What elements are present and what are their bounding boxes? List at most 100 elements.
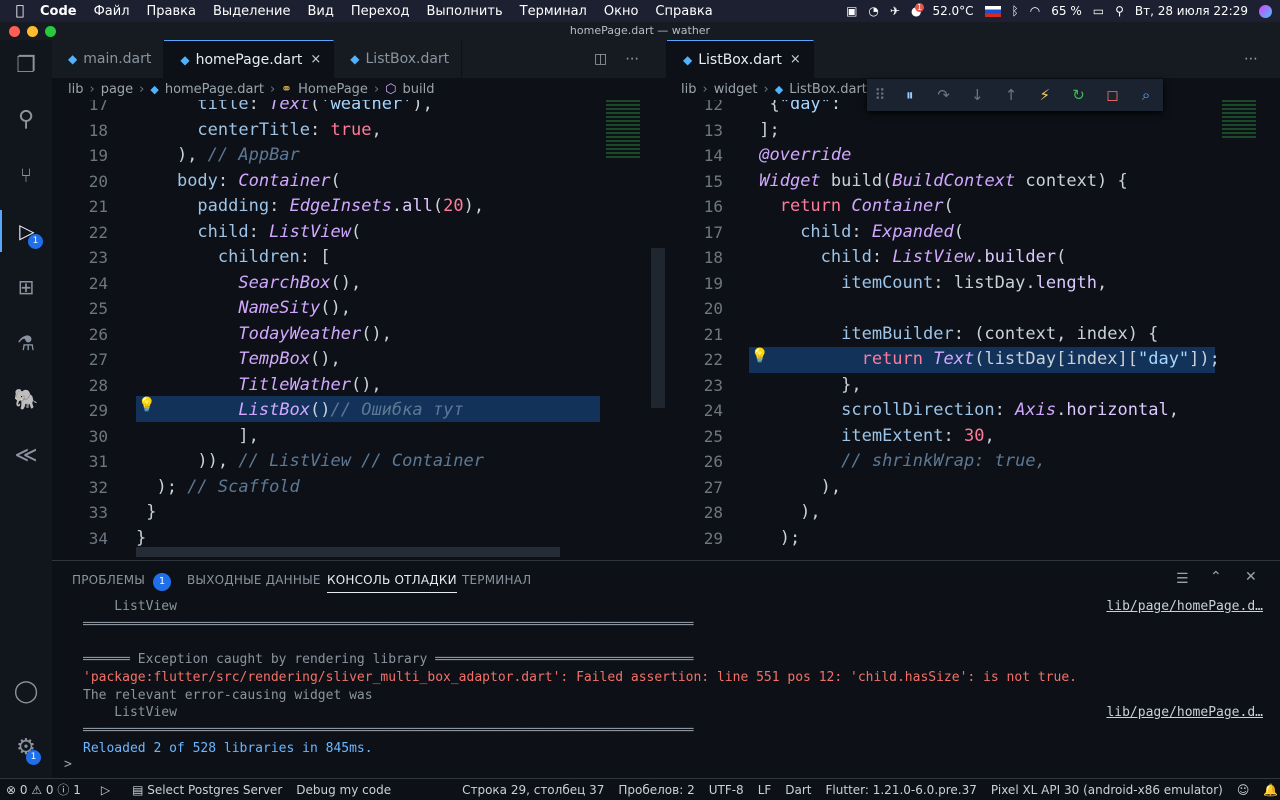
left-scrollbar[interactable] (651, 248, 665, 408)
code-line[interactable]: 16 return Container( (667, 194, 1280, 220)
menu-view[interactable]: Вид (307, 4, 333, 19)
right-code-editor[interactable]: 💡 12 {"day": 13 ]; 14 @override 15 Widget b… (667, 100, 1280, 560)
flutter-version[interactable]: Flutter: 1.21.0-6.0.pre.37 (826, 783, 977, 797)
source-control-icon[interactable]: ⑂ (0, 154, 52, 196)
postgres-elephant-icon[interactable]: 🐘 (0, 378, 52, 420)
explorer-icon[interactable]: ❐ (0, 44, 52, 86)
code-line[interactable]: 24 scrollDirection: Axis.horizontal, (667, 398, 1280, 424)
code-line[interactable]: 28 ), (667, 500, 1280, 526)
spotlight-search-icon[interactable]: ⚲ (1115, 4, 1124, 18)
hot-reload-icon[interactable]: ⚡ (1028, 86, 1062, 104)
language-mode[interactable]: Dart (785, 783, 811, 797)
code-line[interactable]: 23 }, (667, 373, 1280, 399)
tab-listbox-dart-right[interactable]: ◆ ListBox.dart × (667, 40, 814, 78)
code-line[interactable]: 23 children: [ (52, 245, 666, 271)
split-editor-icon[interactable]: ◫ (594, 51, 607, 67)
menu-selection[interactable]: Выделение (213, 4, 290, 19)
run-debug-icon[interactable]: ▷ 1 (0, 210, 52, 252)
maximize-panel-icon[interactable]: ⌃ (1210, 569, 1222, 585)
more-actions-icon[interactable]: ⋯ (625, 51, 639, 67)
code-line[interactable]: 26 TodayWeather(), (52, 322, 666, 348)
code-line[interactable]: 24 SearchBox(), (52, 271, 666, 297)
step-out-icon[interactable]: ↑ (994, 86, 1028, 104)
code-line[interactable]: 18 centerTitle: true, (52, 118, 666, 144)
tab-listbox-dart[interactable]: ◆ ListBox.dart (334, 40, 463, 78)
inspect-widget-icon[interactable]: ⌕ (1129, 86, 1163, 104)
window-minimize-button[interactable] (27, 26, 38, 37)
menu-run[interactable]: Выполнить (426, 4, 502, 19)
breadcrumb-item[interactable]: widget (714, 82, 758, 97)
window-close-button[interactable] (9, 26, 20, 37)
left-hscrollbar[interactable] (136, 547, 560, 557)
problems-status[interactable]: ⊗ 0 ⚠ 0 ⓘ 1 (6, 781, 81, 798)
tab-terminal[interactable]: ТЕРМИНАЛ (462, 573, 531, 587)
code-line[interactable]: 28 TitleWather(), (52, 373, 666, 399)
menu-file[interactable]: Файл (94, 4, 130, 19)
stop-icon[interactable]: ◻ (1095, 86, 1129, 104)
screen-record-icon[interactable]: ▣ (846, 4, 857, 18)
code-line[interactable]: 19 itemCount: listDay.length, (667, 271, 1280, 297)
indentation[interactable]: Пробелов: 2 (618, 783, 694, 797)
code-line[interactable]: 29 ); (667, 526, 1280, 552)
feedback-icon[interactable]: ☺ (1237, 783, 1250, 797)
code-line[interactable]: 27 TempBox(), (52, 347, 666, 373)
menu-help[interactable]: Справка (655, 4, 712, 19)
battery-percent[interactable]: 65 % (1051, 4, 1082, 18)
menu-app-name[interactable]: Code (40, 4, 77, 19)
left-minimap[interactable] (602, 100, 652, 560)
close-icon[interactable]: × (310, 52, 321, 67)
apple-icon[interactable]:  (0, 3, 40, 19)
flutter-icon[interactable]: ≪ (0, 434, 52, 476)
code-line[interactable]: 29 ListBox()// Ошибка тут (52, 398, 666, 424)
step-into-icon[interactable]: ↓ (960, 86, 994, 104)
code-line[interactable]: 25 NameSity(), (52, 296, 666, 322)
temperature-readout[interactable]: 52.0°C (932, 4, 973, 18)
code-line[interactable]: 21 padding: EdgeInsets.all(20), (52, 194, 666, 220)
console-prompt[interactable]: > (64, 757, 72, 772)
window-zoom-button[interactable] (45, 26, 56, 37)
clock[interactable]: Вт, 28 июля 22:29 (1135, 4, 1248, 18)
search-icon[interactable]: ⚲ (0, 98, 52, 140)
code-line[interactable]: 21 itemBuilder: (context, index) { (667, 322, 1280, 348)
run-icon[interactable]: ▷ (101, 783, 110, 797)
menu-terminal[interactable]: Терминал (520, 4, 587, 19)
step-over-icon[interactable]: ↷ (927, 86, 961, 104)
tab-output[interactable]: ВЫХОДНЫЕ ДАННЫЕ (187, 573, 321, 587)
code-line[interactable]: 27 ), (667, 475, 1280, 501)
console-source-link[interactable]: lib/page/homePage.d… (1106, 705, 1263, 720)
cursor-position[interactable]: Строка 29, столбец 37 (462, 783, 604, 797)
account-icon[interactable]: ◯ (0, 670, 52, 712)
code-line[interactable]: 25 itemExtent: 30, (667, 424, 1280, 450)
notification-icon[interactable]: ●1 (911, 3, 925, 18)
console-source-link[interactable]: lib/page/homePage.d… (1106, 599, 1263, 614)
tab-problems[interactable]: ПРОБЛЕМЫ 1 (72, 573, 172, 591)
menu-go[interactable]: Переход (351, 4, 410, 19)
code-line[interactable]: 30 ], (52, 424, 666, 450)
breadcrumb-item[interactable]: build (403, 82, 435, 97)
breadcrumb-item[interactable]: HomePage (298, 82, 368, 97)
extensions-icon[interactable]: ⊞ (0, 266, 52, 308)
code-line[interactable]: 26 // shrinkWrap: true, (667, 449, 1280, 475)
breadcrumb-item[interactable]: lib (68, 82, 83, 97)
code-line[interactable]: 33 } (52, 500, 666, 526)
close-panel-icon[interactable]: ✕ (1245, 569, 1257, 585)
debug-config[interactable]: Debug my code (296, 783, 391, 797)
code-line[interactable]: 22 return Text(listDay[index]["day"]); (667, 347, 1280, 373)
breadcrumb-item[interactable]: lib (681, 82, 696, 97)
code-line[interactable]: 20 (667, 296, 1280, 322)
right-minimap[interactable] (1218, 100, 1268, 560)
breadcrumb-item[interactable]: ListBox.dart (789, 82, 867, 97)
code-line[interactable]: 13 ]; (667, 118, 1280, 144)
postgres-server-selector[interactable]: ▤ Select Postgres Server (132, 783, 282, 797)
flag-ru-icon[interactable] (984, 5, 1001, 17)
gauge-icon[interactable]: ◔ (868, 4, 878, 18)
code-line[interactable]: 18 child: ListView.builder( (667, 245, 1280, 271)
code-line[interactable]: 17 title: Text('weather'), (52, 100, 666, 118)
tab-homepage-dart[interactable]: ◆ homePage.dart × (164, 40, 335, 78)
encoding[interactable]: UTF-8 (709, 783, 744, 797)
wifi-icon[interactable]: ◠ (1030, 4, 1040, 18)
code-line[interactable]: 15 Widget build(BuildContext context) { (667, 169, 1280, 195)
menu-edit[interactable]: Правка (147, 4, 196, 19)
settings-gear-icon[interactable]: ⚙ 1 (0, 726, 52, 768)
notifications-bell-icon[interactable]: 🔔 (1263, 783, 1278, 797)
